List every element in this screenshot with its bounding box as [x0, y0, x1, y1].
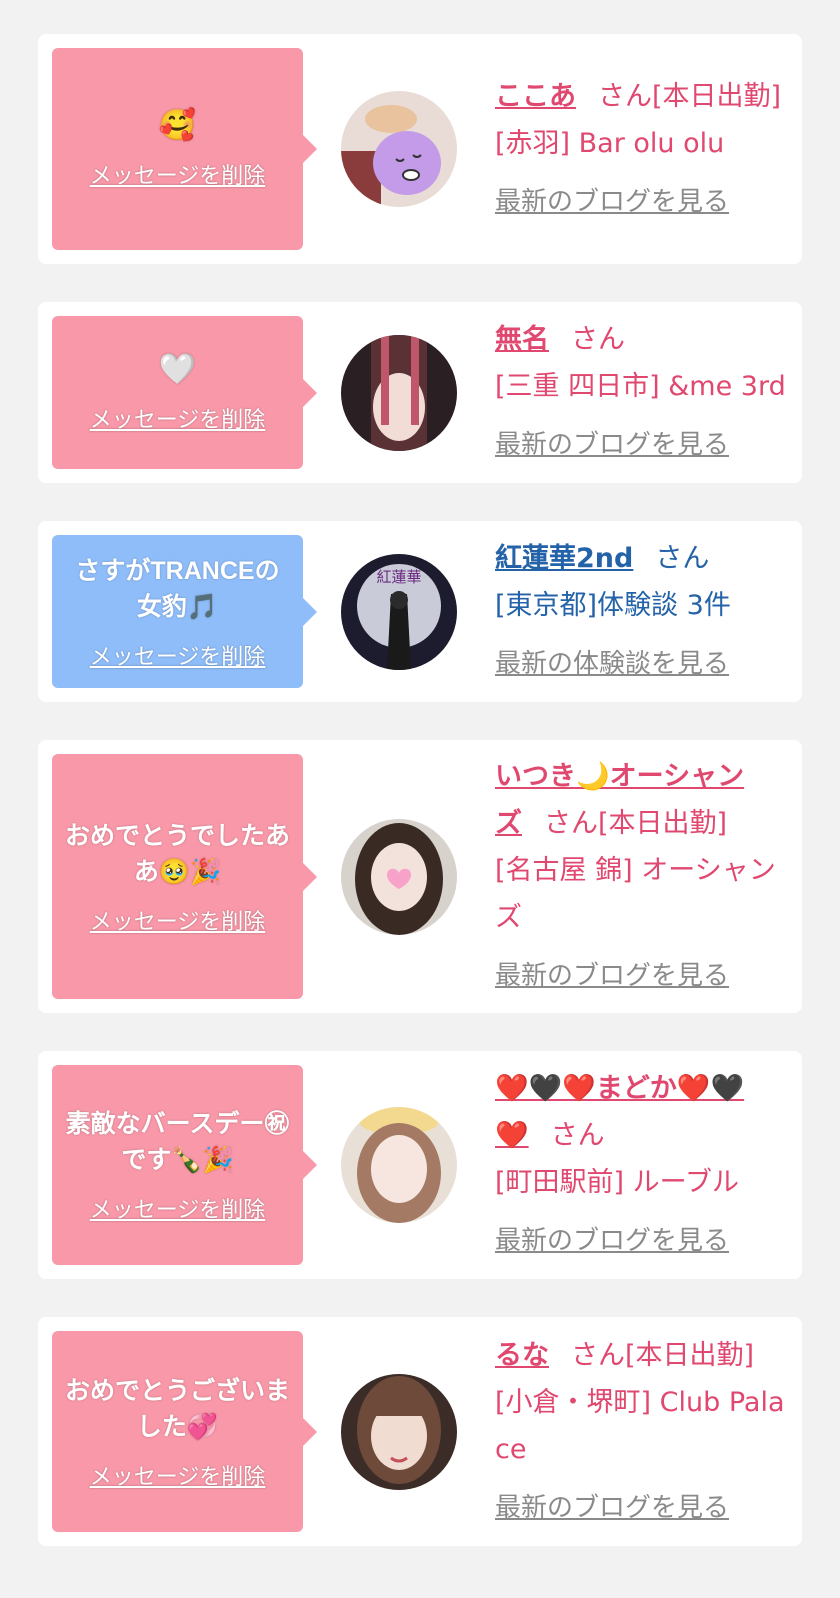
cast-name-link[interactable]: 無名	[495, 324, 549, 355]
delete-message-link[interactable]: メッセージを削除	[90, 639, 266, 671]
cast-suffix: さん	[655, 543, 710, 574]
delete-message-link[interactable]: メッセージを削除	[90, 402, 266, 434]
cast-name-link[interactable]: ❤️🖤❤️まどか❤️🖤❤️	[495, 1073, 744, 1151]
cast-info: いつき🌙オーシャンズ さん[本日出勤] [名古屋 錦] オーシャンズ 最新のブログ…	[495, 753, 786, 1000]
message-bubble: 🤍 メッセージを削除	[52, 316, 317, 469]
avatar-image	[341, 91, 457, 207]
avatar[interactable]	[341, 1373, 457, 1490]
shop-name: [赤羽] Bar olu olu	[495, 127, 725, 159]
cast-suffix: さん	[550, 1120, 605, 1151]
latest-review-link[interactable]: 最新の体験談を見る	[495, 641, 786, 688]
delete-message-link[interactable]: メッセージを削除	[90, 1459, 266, 1491]
shop-name: [名古屋 錦] オーシャンズ	[495, 855, 776, 933]
avatar-image	[341, 1373, 457, 1490]
cast-name-link[interactable]: 紅蓮華2nd	[495, 543, 633, 574]
avatar[interactable]: 紅蓮華	[341, 553, 457, 670]
avatar[interactable]	[341, 334, 457, 451]
avatar-image	[341, 1107, 457, 1223]
message-card: 素敵なバースデー㊗です🍾🎉 メッセージを削除 ❤️🖤❤️まどか❤️🖤❤️ さん […	[38, 1051, 802, 1279]
message-card: おめでとうでしたああ🥹🎉 メッセージを削除 いつき🌙オーシャンズ さん[本日出勤]…	[38, 740, 802, 1013]
avatar[interactable]	[341, 1107, 457, 1223]
latest-blog-link[interactable]: 最新のブログを見る	[495, 422, 786, 469]
message-text: 🥰	[158, 109, 197, 142]
avatar[interactable]	[341, 91, 457, 207]
cast-name-link[interactable]: ここあ	[495, 81, 576, 112]
cast-info: 紅蓮華2nd さん [東京都]体験談 3件 最新の体験談を見る	[495, 535, 786, 688]
message-text: おめでとうでしたああ🥹🎉	[64, 821, 290, 886]
shop-name: [町田駅前] ルーブル	[495, 1167, 740, 1198]
shop-name: [小倉・堺町] Club Palace	[495, 1386, 785, 1465]
message-text: 🤍	[158, 352, 197, 386]
avatar-image	[341, 818, 457, 935]
latest-blog-link[interactable]: 最新のブログを見る	[495, 179, 786, 226]
delete-message-link[interactable]: メッセージを削除	[90, 1192, 266, 1224]
delete-message-link[interactable]: メッセージを削除	[90, 158, 266, 190]
latest-blog-link[interactable]: 最新のブログを見る	[495, 1485, 786, 1532]
message-card: さすがTRANCEの女豹🎵 メッセージを削除 紅蓮華 紅蓮華2nd さん [東京都…	[38, 521, 802, 702]
message-card: おめでとうございました💞 メッセージを削除 るな さん[本日出勤] [小倉・堺町]…	[38, 1317, 802, 1546]
avatar[interactable]	[341, 818, 457, 935]
message-text: 素敵なバースデー㊗です🍾🎉	[65, 1110, 290, 1174]
avatar-image: 紅蓮華	[341, 553, 457, 670]
message-text: さすがTRANCEの女豹🎵	[75, 556, 280, 621]
delete-message-link[interactable]: メッセージを削除	[90, 904, 266, 936]
latest-blog-link[interactable]: 最新のブログを見る	[495, 953, 786, 1000]
message-bubble: おめでとうございました💞 メッセージを削除	[52, 1331, 317, 1532]
message-list: 🥰 メッセージを削除 ここあ さん[本日出勤] [赤羽] Bar olu olu …	[0, 0, 840, 1546]
cast-info: るな さん[本日出勤] [小倉・堺町] Club Palace 最新のブログを見る	[495, 1332, 786, 1532]
shop-name: [三重 四日市] &me 3rd	[495, 371, 786, 402]
message-card: 🤍 メッセージを削除 無名 さん [三重 四日市] &me 3rd 最新のブログを…	[38, 302, 802, 483]
cast-suffix: さん[本日出勤]	[598, 80, 782, 112]
message-bubble: 🥰 メッセージを削除	[52, 48, 317, 250]
message-text: おめでとうございました💞	[64, 1376, 290, 1441]
cast-suffix: さん[本日出勤]	[544, 808, 728, 839]
cast-info: ❤️🖤❤️まどか❤️🖤❤️ さん [町田駅前] ルーブル 最新のブログを見る	[495, 1065, 786, 1265]
message-bubble: 素敵なバースデー㊗です🍾🎉 メッセージを削除	[52, 1065, 317, 1265]
shop-name: [東京都]体験談 3件	[495, 590, 731, 621]
cast-name-link[interactable]: るな	[495, 1340, 549, 1371]
latest-blog-link[interactable]: 最新のブログを見る	[495, 1218, 786, 1265]
avatar-image	[341, 334, 457, 451]
avatar-label: 紅蓮華	[376, 568, 421, 586]
message-card: 🥰 メッセージを削除 ここあ さん[本日出勤] [赤羽] Bar olu olu …	[38, 34, 802, 264]
cast-info: 無名 さん [三重 四日市] &me 3rd 最新のブログを見る	[495, 316, 786, 469]
cast-info: ここあ さん[本日出勤] [赤羽] Bar olu olu 最新のブログを見る	[495, 73, 786, 226]
cast-suffix: さん[本日出勤]	[571, 1339, 755, 1371]
cast-suffix: さん	[571, 324, 625, 355]
message-bubble: さすがTRANCEの女豹🎵 メッセージを削除	[52, 535, 317, 688]
message-bubble: おめでとうでしたああ🥹🎉 メッセージを削除	[52, 754, 317, 999]
